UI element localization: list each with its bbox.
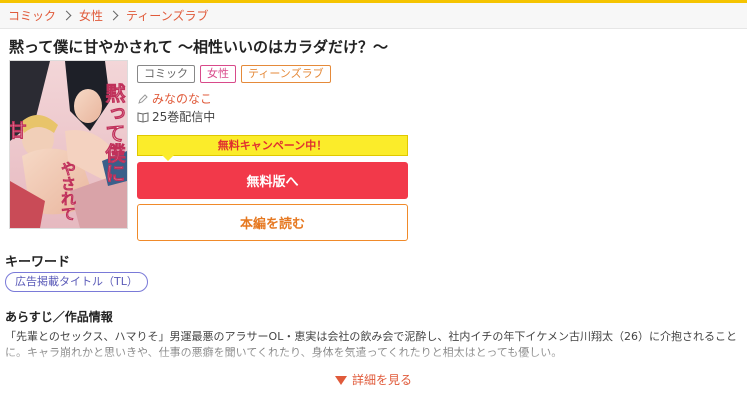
author-link[interactable]: みなのなこ: [152, 90, 212, 107]
volumes-count: 25巻配信中: [152, 110, 216, 124]
campaign-badge-pointer: [162, 155, 174, 161]
author-row: みなのなこ: [137, 90, 212, 107]
chevron-right-icon: [61, 10, 72, 21]
svg-text:甘: 甘: [10, 121, 27, 140]
book-cover-image[interactable]: 黙って僕に 甘 やされて: [9, 60, 128, 229]
breadcrumb: コミック 女性 ティーンズラブ: [0, 3, 747, 29]
pen-icon: [138, 93, 148, 104]
read-main-button[interactable]: 本編を読む: [137, 204, 408, 241]
cover-illustration: 黙って僕に 甘 やされて: [10, 61, 127, 228]
keyword-chip[interactable]: 広告掲載タイトル（TL）: [5, 272, 148, 292]
breadcrumb-female[interactable]: 女性: [79, 7, 103, 24]
campaign-badge: 無料キャンペーン中！: [137, 135, 408, 156]
keywords-heading: キーワード: [5, 255, 71, 270]
svg-text:黙って僕に: 黙って僕に: [102, 82, 126, 183]
tag-teens-love[interactable]: ティーンズラブ: [241, 65, 331, 83]
free-version-button[interactable]: 無料版へ: [137, 162, 408, 199]
chevron-right-icon: [108, 10, 119, 21]
synopsis-heading: あらすじ／作品情報: [5, 310, 113, 324]
show-details-label: 詳細を見る: [351, 373, 412, 387]
show-details-link[interactable]: 詳細を見る: [0, 371, 747, 388]
tag-female[interactable]: 女性: [200, 65, 236, 83]
triangle-down-icon: [334, 376, 347, 385]
volumes-row: 25巻配信中: [137, 108, 215, 125]
svg-text:やされて: やされて: [59, 161, 77, 221]
book-title: 黙って僕に甘やかされて ～相性いいのはカラダだけ？～: [9, 38, 389, 56]
breadcrumb-comic[interactable]: コミック: [8, 7, 56, 24]
genre-tags: コミック 女性 ティーンズラブ: [137, 65, 331, 83]
breadcrumb-teens-love[interactable]: ティーンズラブ: [126, 7, 208, 24]
tag-comic[interactable]: コミック: [137, 65, 195, 83]
book-icon: [137, 111, 149, 123]
